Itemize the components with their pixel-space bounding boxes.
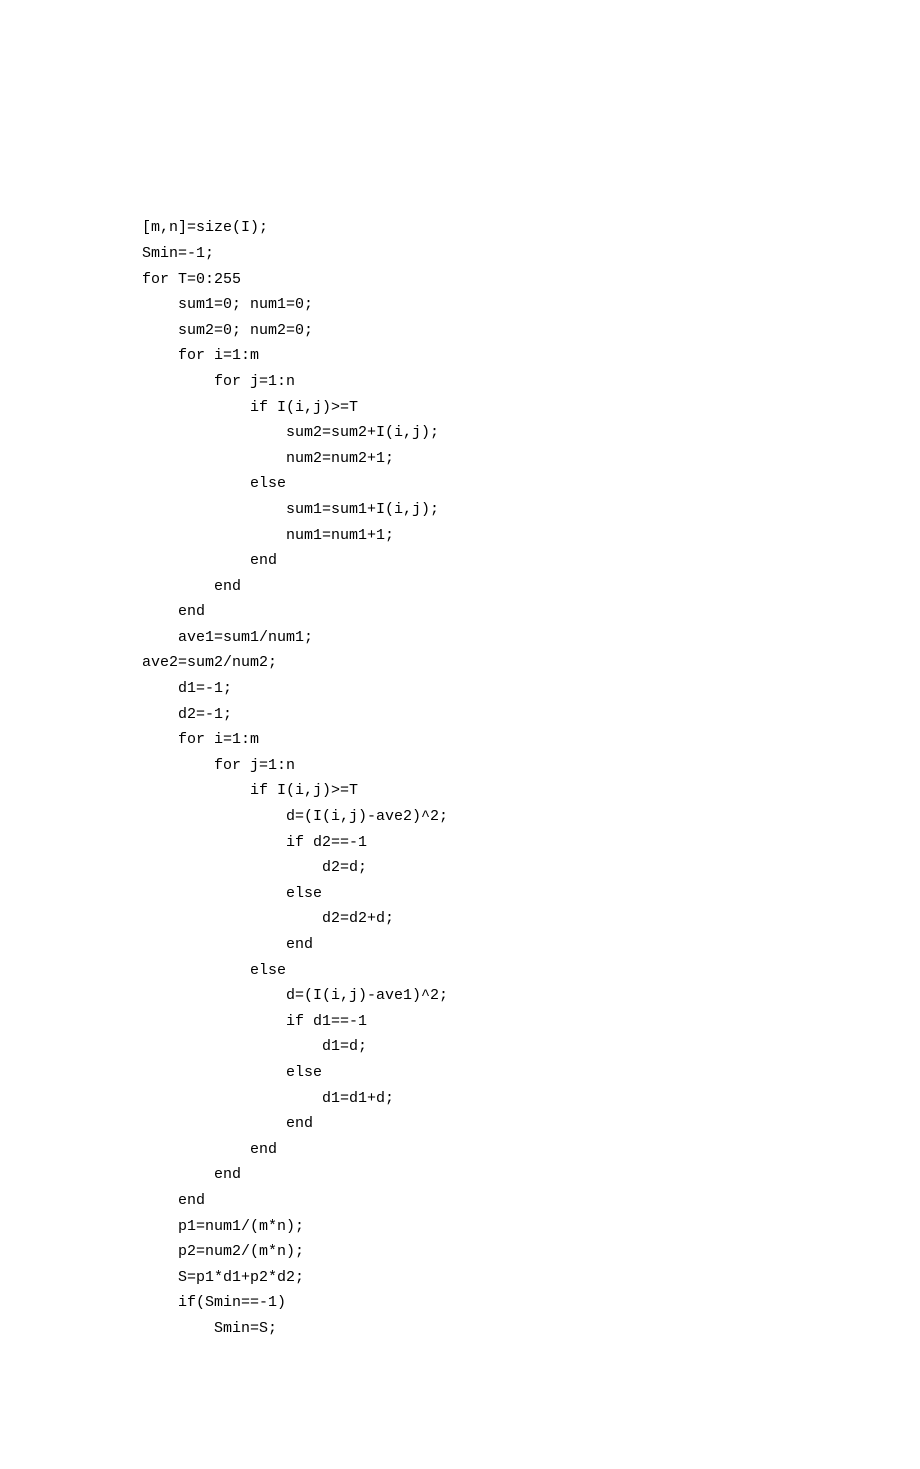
code-line: p1=num1/(m*n); (142, 1214, 920, 1240)
code-line: end (142, 548, 920, 574)
code-line: Smin=-1; (142, 241, 920, 267)
code-line: [m,n]=size(I); (142, 215, 920, 241)
code-line: if I(i,j)>=T (142, 395, 920, 421)
code-line: d2=-1; (142, 702, 920, 728)
code-block: [m,n]=size(I);Smin=-1;for T=0:255 sum1=0… (142, 215, 920, 1341)
code-line: for j=1:n (142, 753, 920, 779)
code-line: end (142, 1137, 920, 1163)
code-line: else (142, 958, 920, 984)
code-line: for j=1:n (142, 369, 920, 395)
code-line: Smin=S; (142, 1316, 920, 1342)
code-line: sum2=0; num2=0; (142, 318, 920, 344)
code-line: sum1=sum1+I(i,j); (142, 497, 920, 523)
code-line: end (142, 574, 920, 600)
code-line: end (142, 932, 920, 958)
code-line: end (142, 1111, 920, 1137)
code-line: if(Smin==-1) (142, 1290, 920, 1316)
code-line: p2=num2/(m*n); (142, 1239, 920, 1265)
code-line: sum2=sum2+I(i,j); (142, 420, 920, 446)
code-line: end (142, 599, 920, 625)
code-line: d1=d1+d; (142, 1086, 920, 1112)
code-line: else (142, 1060, 920, 1086)
code-line: for i=1:m (142, 343, 920, 369)
code-line: if d2==-1 (142, 830, 920, 856)
code-line: if I(i,j)>=T (142, 778, 920, 804)
code-line: ave2=sum2/num2; (142, 650, 920, 676)
code-line: sum1=0; num1=0; (142, 292, 920, 318)
code-line: for i=1:m (142, 727, 920, 753)
code-line: end (142, 1188, 920, 1214)
code-line: num2=num2+1; (142, 446, 920, 472)
code-line: else (142, 471, 920, 497)
code-line: d1=d; (142, 1034, 920, 1060)
code-line: d=(I(i,j)-ave1)^2; (142, 983, 920, 1009)
code-line: else (142, 881, 920, 907)
code-line: d1=-1; (142, 676, 920, 702)
code-line: end (142, 1162, 920, 1188)
code-line: d2=d; (142, 855, 920, 881)
code-line: d2=d2+d; (142, 906, 920, 932)
code-line: S=p1*d1+p2*d2; (142, 1265, 920, 1291)
code-line: d=(I(i,j)-ave2)^2; (142, 804, 920, 830)
code-line: num1=num1+1; (142, 523, 920, 549)
code-line: if d1==-1 (142, 1009, 920, 1035)
code-line: ave1=sum1/num1; (142, 625, 920, 651)
code-line: for T=0:255 (142, 267, 920, 293)
